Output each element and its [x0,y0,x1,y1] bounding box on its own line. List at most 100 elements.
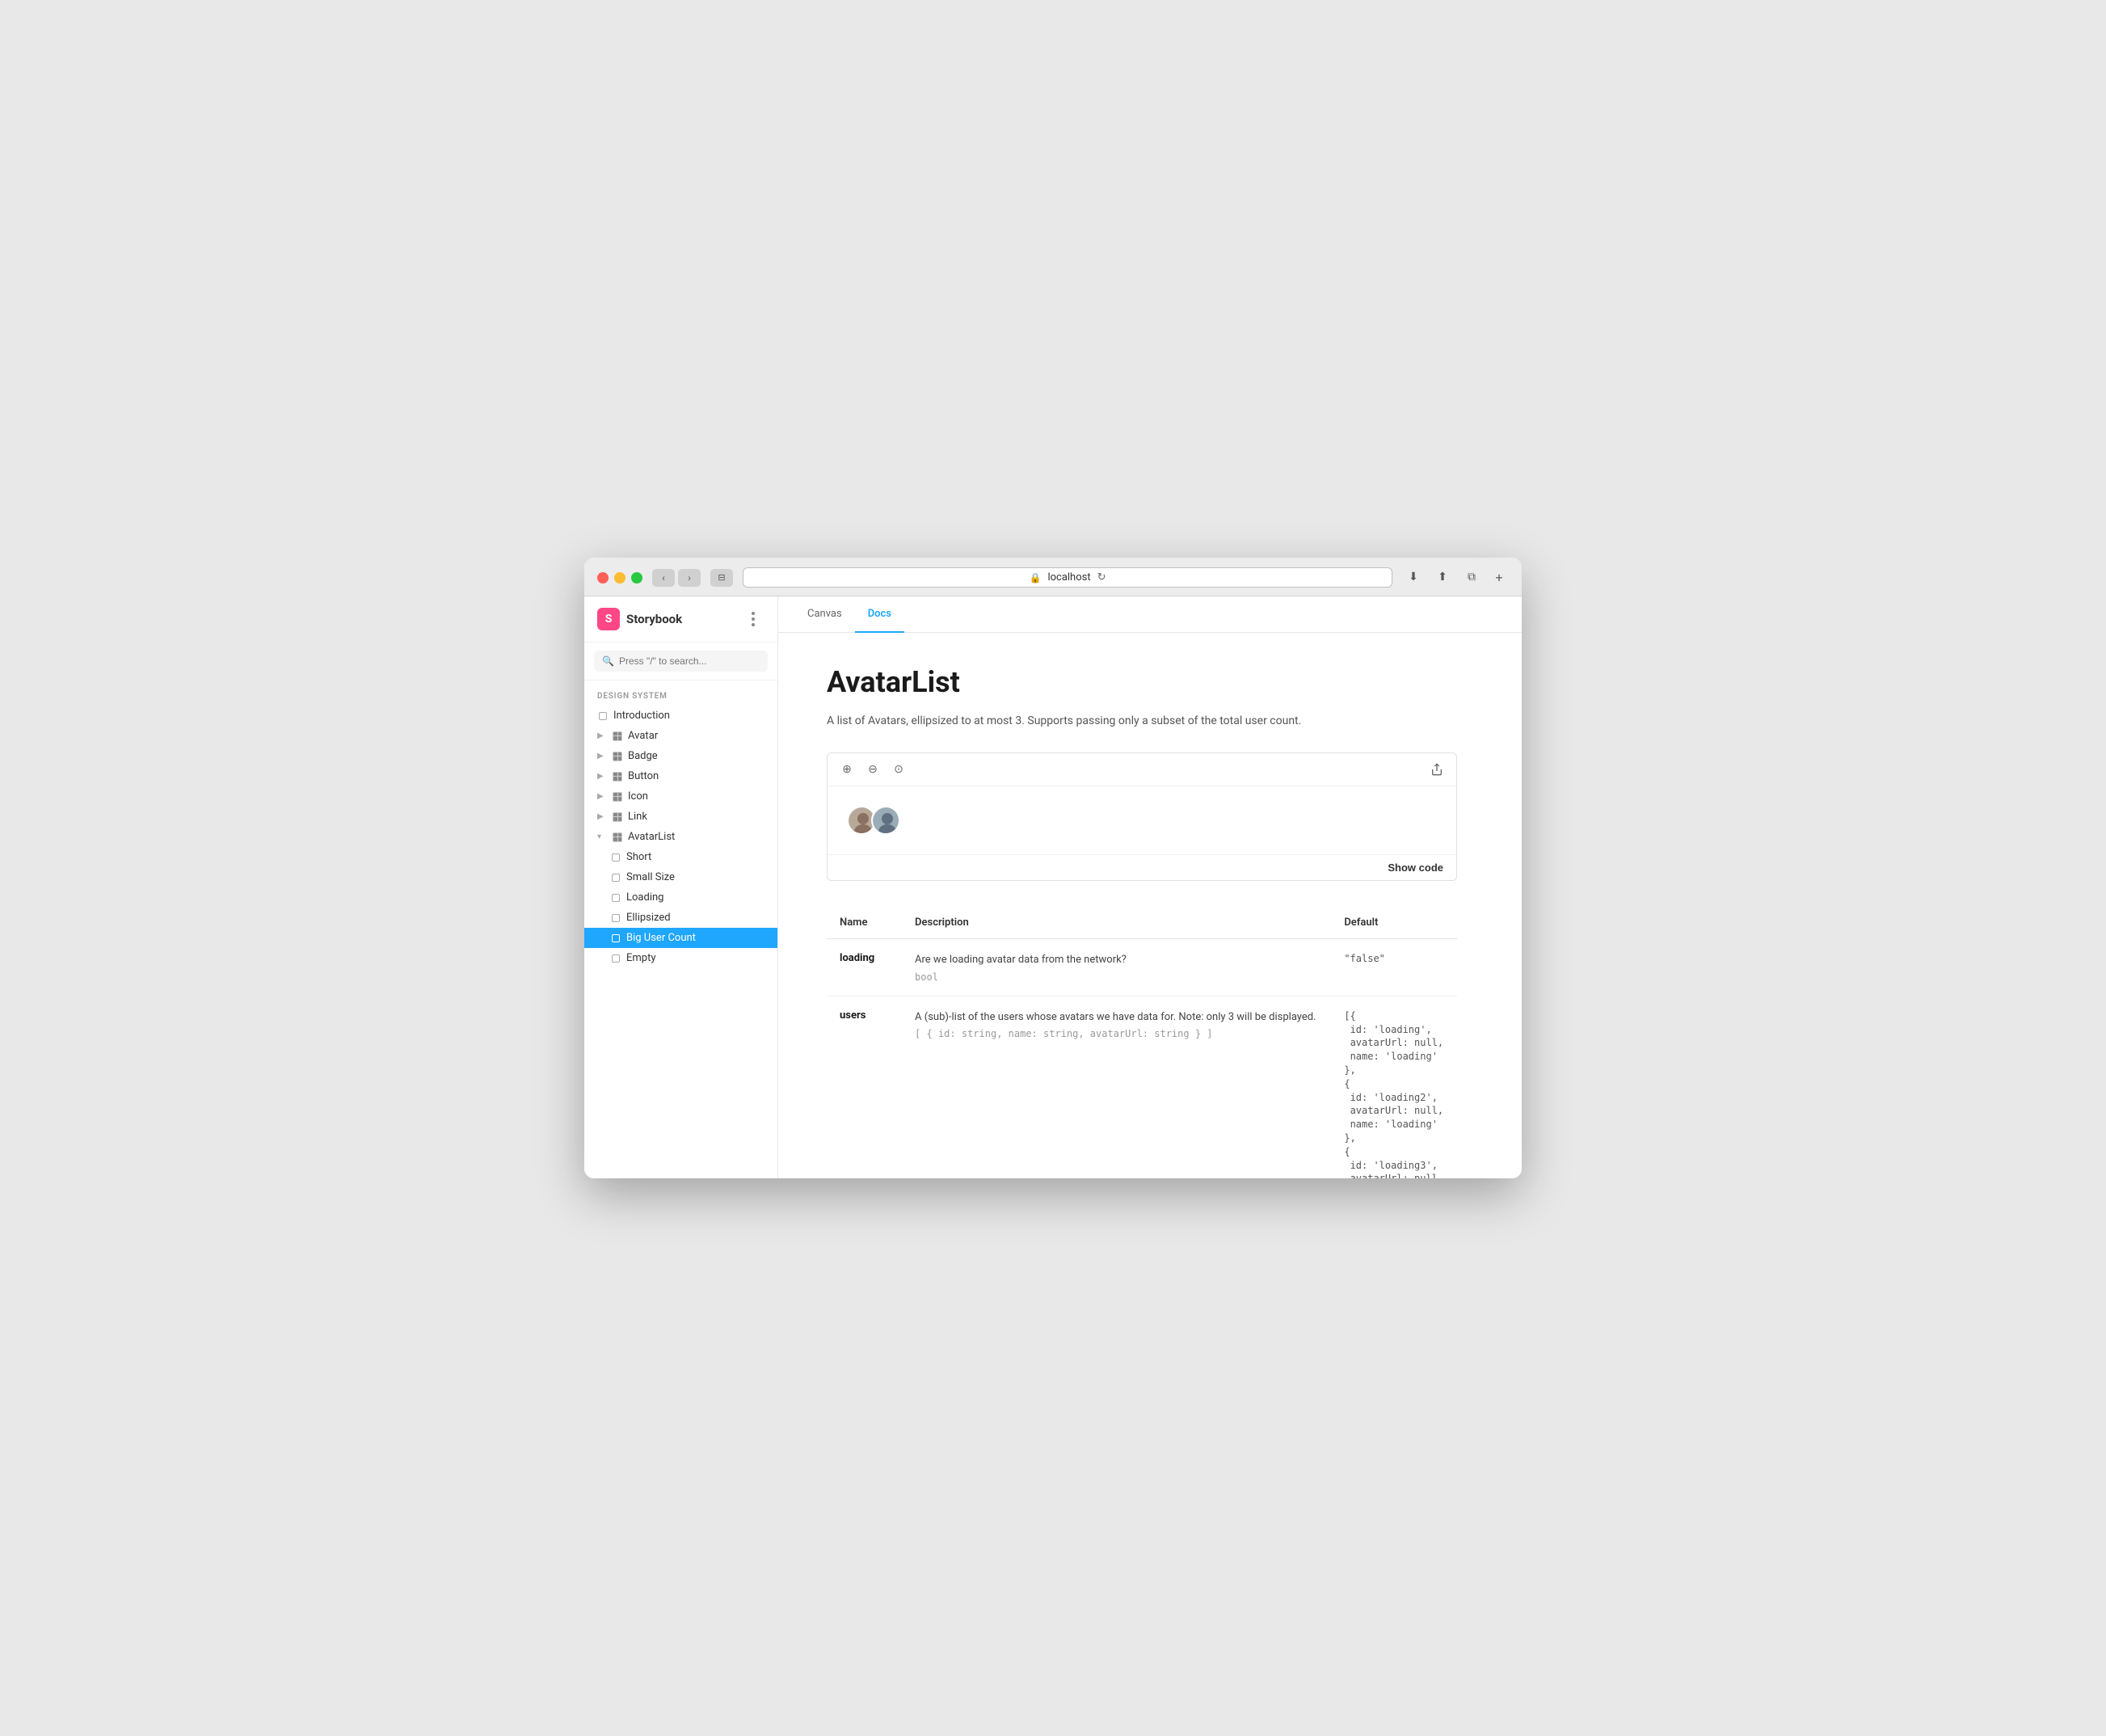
sidebar-item-bigusercount[interactable]: Big User Count [584,928,777,948]
zoom-in-button[interactable]: ⊕ [837,760,857,779]
sidebar-item-short[interactable]: Short [584,847,777,867]
maximize-button[interactable] [631,572,642,584]
sidebar-item-icon[interactable]: ▶ Icon [584,786,777,807]
sidebar-item-link[interactable]: ▶ Link [584,807,777,827]
col-default: Default [1331,907,1457,939]
chevron-right-icon: ▶ [597,752,607,761]
story-icon [610,892,621,904]
docs-description: A list of Avatars, ellipsized to at most… [827,712,1457,730]
search-bar: 🔍 [584,643,777,680]
story-icon [610,953,621,964]
sidebar-item-label: AvatarList [628,831,675,843]
docs-title: AvatarList [827,665,1457,699]
prop-type: bool [915,971,1318,983]
avatar [871,806,900,835]
col-name: Name [827,907,902,939]
sidebar-item-label: Ellipsized [626,912,671,924]
prop-default: [{ id: 'loading', avatarUrl: null, name:… [1344,1010,1443,1178]
preview-tools: ⊕ ⊖ ⊙ [837,760,908,779]
sidebar-item-label: Empty [626,952,656,964]
sidebar-item-label: Avatar [628,730,658,742]
forward-button[interactable]: › [678,569,701,587]
prop-description: Are we loading avatar data from the netw… [915,952,1318,968]
sidebar-item-ellipsized[interactable]: Ellipsized [584,908,777,928]
show-code-row: Show code [828,854,1456,880]
search-input[interactable] [619,655,760,667]
sidebar-header: S Storybook [584,596,777,643]
sidebar-item-empty[interactable]: Empty [584,948,777,968]
grid-icon [612,751,623,762]
tab-docs[interactable]: Docs [855,596,904,633]
sidebar-item-label: Button [628,770,659,782]
reload-button[interactable]: ↻ [1097,571,1106,584]
search-icon: 🔍 [602,655,614,667]
avatar-face [873,807,900,835]
grid-icon [612,731,623,742]
close-button[interactable] [597,572,609,584]
main-content: AvatarList A list of Avatars, ellipsized… [778,633,1522,1178]
sidebar-item-loading[interactable]: Loading [584,887,777,908]
sidebar-item-label: Badge [628,750,658,762]
chevron-right-icon: ▶ [597,772,607,781]
sidebar-menu-button[interactable] [742,608,764,630]
chevron-right-icon: ▶ [597,731,607,740]
grid-icon [612,832,623,843]
menu-dot [752,617,755,621]
docs-content: AvatarList A list of Avatars, ellipsized… [778,633,1506,1178]
story-icon [610,872,621,883]
sidebar-logo: S Storybook [597,608,682,630]
address-bar[interactable]: 🔒 localhost ↻ [743,567,1392,588]
preview-body [828,786,1456,854]
sidebar-item-introduction[interactable]: Introduction [584,706,777,726]
download-button[interactable]: ⬇ [1402,568,1425,586]
zoom-reset-button[interactable]: ⊙ [889,760,908,779]
col-description: Description [902,907,1331,939]
preview-box: ⊕ ⊖ ⊙ [827,752,1457,881]
logo-icon: S [597,608,620,630]
sidebar: S Storybook 🔍 Design System [584,596,778,1178]
menu-dot [752,623,755,626]
tab-canvas[interactable]: Canvas [794,596,855,633]
sidebar-item-label: Icon [628,790,648,803]
tabs-button[interactable]: ⧉ [1460,568,1483,586]
content-tabs: Canvas Docs [778,596,1522,633]
sidebar-item-label: Big User Count [626,932,696,944]
table-row: users A (sub)-list of the users whose av… [827,996,1457,1178]
preview-toolbar: ⊕ ⊖ ⊙ [828,753,1456,786]
prop-name: users [840,1009,866,1022]
chevron-right-icon: ▶ [597,812,607,821]
app-layout: S Storybook 🔍 Design System [584,596,1522,1178]
share-button[interactable]: ⬆ [1431,568,1454,586]
sidebar-item-avatar[interactable]: ▶ Avatar [584,726,777,746]
sidebar-toggle-button[interactable]: ⊟ [710,569,733,587]
share-icon[interactable] [1427,760,1447,779]
chevron-right-icon: ▶ [597,792,607,801]
story-icon [610,933,621,944]
grid-icon [612,811,623,823]
search-input-wrap[interactable]: 🔍 [594,651,768,672]
browser-window: ‹ › ⊟ 🔒 localhost ↻ ⬇ ⬆ ⧉ + [584,558,1522,1178]
sidebar-item-badge[interactable]: ▶ Badge [584,746,777,766]
minimize-button[interactable] [614,572,625,584]
prop-type: [ { id: string, name: string, avatarUrl:… [915,1028,1318,1039]
grid-icon [612,771,623,782]
sidebar-item-label: Link [628,811,647,823]
chevron-down-icon: ▾ [597,832,607,841]
menu-dot [752,612,755,615]
section-label: Design System [584,689,777,706]
url-text: localhost [1047,571,1090,584]
show-code-button[interactable]: Show code [1388,862,1443,874]
zoom-out-button[interactable]: ⊖ [863,760,882,779]
new-tab-button[interactable]: + [1489,568,1509,588]
app-name: Storybook [626,612,682,626]
avatar-list [847,806,900,835]
sidebar-item-button[interactable]: ▶ Button [584,766,777,786]
back-button[interactable]: ‹ [652,569,675,587]
grid-icon [612,791,623,803]
sidebar-item-smallsize[interactable]: Small Size [584,867,777,887]
sidebar-item-label: Short [626,851,651,863]
sidebar-item-label: Loading [626,891,663,904]
story-icon [610,852,621,863]
sidebar-item-avatarlist[interactable]: ▾ AvatarList [584,827,777,847]
nav-tree: Design System Introduction ▶ Avatar [584,680,777,1178]
